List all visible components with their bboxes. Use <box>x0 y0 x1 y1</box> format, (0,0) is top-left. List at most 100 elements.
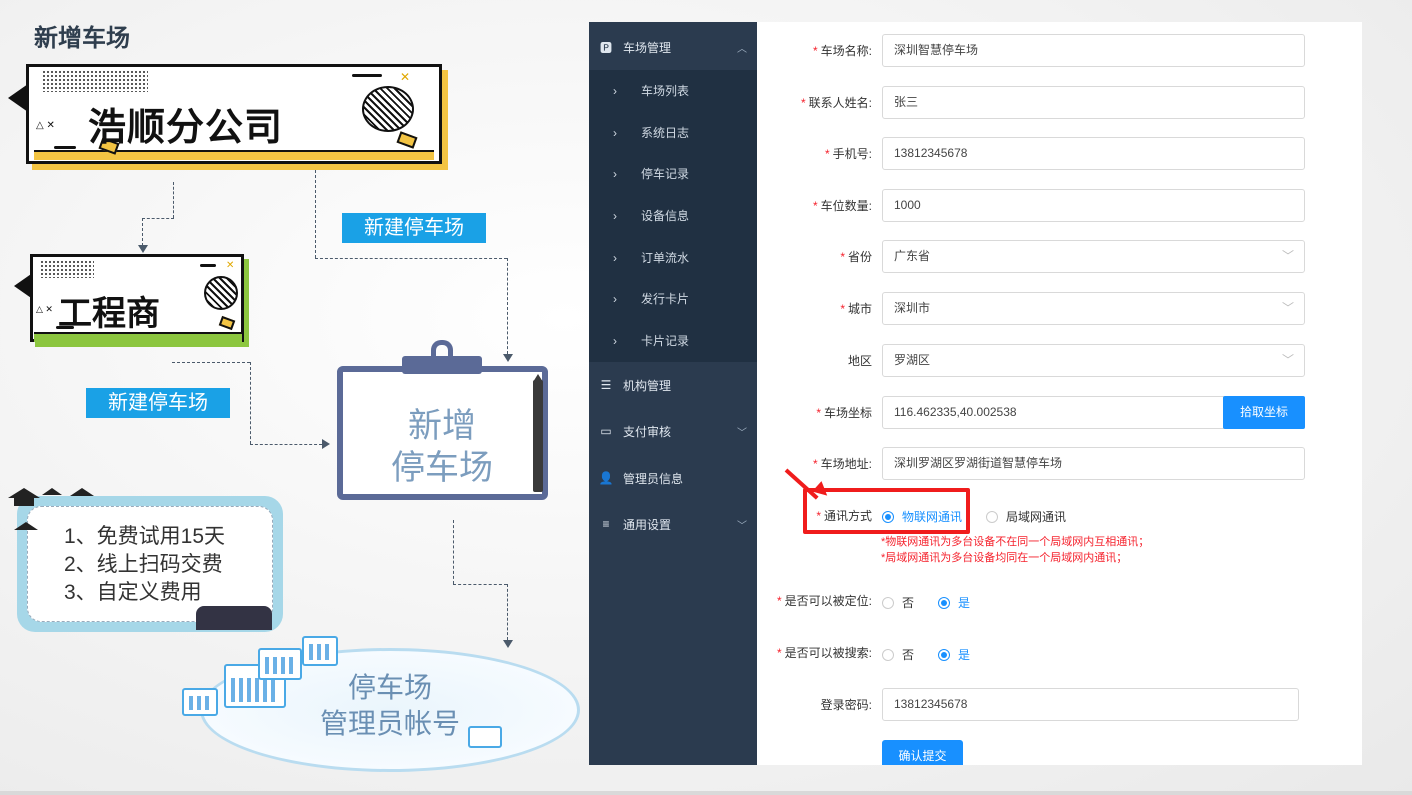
triangle-icon: △ ✕ <box>36 304 53 314</box>
field-label: * 车位数量: <box>812 199 872 213</box>
graduation-cap-icon <box>70 488 94 496</box>
graduation-cap-icon <box>42 488 62 495</box>
field-label: * 是否可以被搜索: <box>776 646 872 660</box>
company-box-stripe <box>34 150 434 160</box>
comm-note: *局域网通讯为多台设备均同在一个局域网内通讯； <box>881 552 1128 564</box>
chevron-right-icon: › <box>613 291 617 306</box>
arrow-down-icon <box>138 245 148 253</box>
dash-decoration <box>200 264 216 267</box>
connector-line <box>315 170 316 258</box>
city-select[interactable]: 深圳市 ﹀ <box>882 292 1305 325</box>
admin-app-window: 🅿 车场管理 ︿ › 车场列表 › 系统日志 › 停车记录 › 设备信息 › 订单流水 ›… <box>589 22 1362 765</box>
sidebar-item-label: 车场管理 <box>623 40 672 55</box>
chevron-right-icon: › <box>613 125 617 140</box>
chevron-right-icon: › <box>613 83 617 98</box>
field-label: 登录密码: <box>820 698 872 712</box>
field-label: 地区 <box>847 354 872 368</box>
pick-coordinate-button[interactable]: 拾取坐标 <box>1223 396 1305 429</box>
dot-pattern <box>40 260 94 278</box>
feature-item: 2、线上扫码交费 <box>64 553 223 576</box>
province-select[interactable]: 广东省 ﹀ <box>882 240 1305 273</box>
dashboard-screen-icon <box>302 636 338 666</box>
searchable-no-radio[interactable]: 否 <box>882 646 914 663</box>
locatable-no-radio[interactable]: 否 <box>882 594 914 611</box>
comm-note: *物联网通讯为多台设备不在同一个局域网内互相通讯； <box>881 536 1150 548</box>
contact-name-input[interactable]: 张三 <box>882 86 1305 119</box>
coordinate-input[interactable]: 116.462335,40.002538 <box>882 396 1224 429</box>
contractor-box-text: 工程商 <box>58 295 160 333</box>
connector-line <box>507 584 508 640</box>
speech-tail <box>8 84 28 112</box>
connector-line <box>142 218 143 246</box>
radio-dot <box>986 510 999 523</box>
chevron-right-icon: › <box>613 333 617 348</box>
sidebar-subitem-label: 系统日志 <box>641 126 690 140</box>
radio-dot <box>938 648 951 661</box>
dashboard-screen-icon <box>182 688 218 716</box>
connector-line <box>453 584 507 585</box>
connector-line <box>172 362 250 363</box>
searchable-yes-radio[interactable]: 是 <box>938 646 970 663</box>
comm-highlight-box <box>803 488 970 534</box>
hatched-circle-decoration <box>362 86 414 132</box>
sidebar-item-label: 机构管理 <box>623 378 672 393</box>
radio-dot <box>882 596 894 609</box>
connector-line <box>173 182 174 218</box>
dashboard-screen-icon <box>258 648 302 680</box>
chevron-right-icon: › <box>613 208 617 223</box>
dash-decoration <box>54 146 76 149</box>
graduation-cap-icon <box>14 498 34 506</box>
connector-line <box>250 362 251 444</box>
district-select[interactable]: 罗湖区 ﹀ <box>882 344 1305 377</box>
sidebar-subitem-label: 卡片记录 <box>641 334 690 348</box>
password-input[interactable]: 13812345678 <box>882 688 1299 721</box>
pencil-icon <box>533 380 543 492</box>
field-label: * 车场地址: <box>812 457 872 471</box>
sidebar-subitem-label: 设备信息 <box>641 209 690 223</box>
feature-item: 1、免费试用15天 <box>64 525 226 548</box>
chevron-right-icon: › <box>613 166 617 181</box>
locatable-yes-radio[interactable]: 是 <box>938 594 970 611</box>
city-select-value: 深圳市 <box>894 301 931 315</box>
sidebar-subitem-label: 订单流水 <box>641 251 690 265</box>
clipboard-line-2: 停车场 <box>391 449 493 487</box>
clipboard-clip-bar <box>402 356 482 374</box>
arrow-down-icon <box>503 640 513 648</box>
submit-button[interactable]: 确认提交 <box>882 740 963 765</box>
sidebar-subitem-label: 车场列表 <box>641 84 690 98</box>
parking-icon: 🅿 <box>599 40 612 55</box>
clipboard-line-1: 新增 <box>408 407 476 445</box>
field-label: * 车场名称: <box>812 44 872 58</box>
parking-name-input[interactable]: 深圳智慧停车场 <box>882 34 1305 67</box>
card-icon: ▭ <box>600 424 612 438</box>
phone-input[interactable]: 13812345678 <box>882 137 1305 170</box>
radio-dot <box>882 648 894 661</box>
admin-text-line-1: 停车场 <box>347 672 432 703</box>
raised-hands-icon <box>196 606 272 630</box>
connector-line <box>142 218 174 219</box>
address-input[interactable]: 深圳罗湖区罗湖街道智慧停车场 <box>882 447 1305 480</box>
sparkle-icon: ✕ <box>400 70 411 84</box>
graduation-cap-icon <box>14 522 38 530</box>
admin-text-line-2: 管理员帐号 <box>319 708 460 739</box>
connector-line <box>453 520 454 584</box>
comm-option-lan[interactable]: 局域网通讯 <box>986 508 1066 525</box>
field-label: * 手机号: <box>824 147 872 161</box>
admin-account-text: 停车场 管理员帐号 <box>300 670 480 742</box>
sidebar-item-label: 支付审核 <box>623 424 672 439</box>
locatable-radio-group: 否 是 <box>882 594 970 611</box>
connector-line <box>507 258 508 354</box>
settings-icon: ≡ <box>602 517 610 531</box>
user-icon: 👤 <box>598 471 614 485</box>
chevron-right-icon: › <box>613 250 617 265</box>
hatched-circle-decoration <box>204 276 238 310</box>
spaces-input[interactable]: 1000 <box>882 189 1305 222</box>
district-select-value: 罗湖区 <box>894 353 931 367</box>
sidebar-item-label: 管理员信息 <box>623 471 684 486</box>
bottom-divider <box>0 791 1412 795</box>
field-label: * 联系人姓名: <box>800 96 872 110</box>
arrow-down-icon <box>503 354 513 362</box>
sidebar-subitem-label: 发行卡片 <box>641 292 690 306</box>
connector-line <box>250 444 322 445</box>
radio-dot <box>938 596 951 609</box>
